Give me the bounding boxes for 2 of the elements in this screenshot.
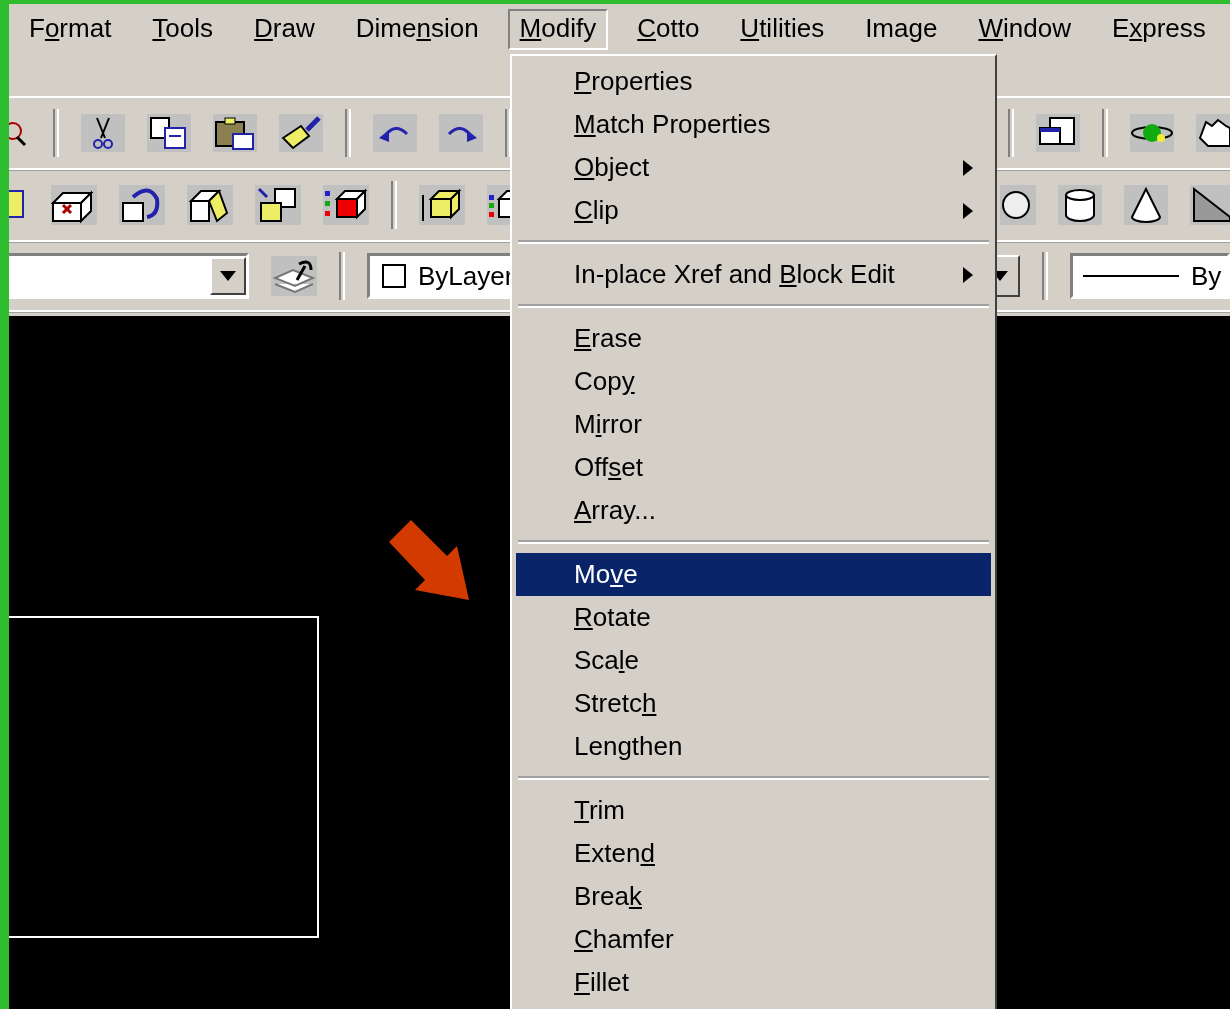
linetype-value: By xyxy=(1191,260,1222,292)
color-value: ByLayer xyxy=(418,260,514,292)
